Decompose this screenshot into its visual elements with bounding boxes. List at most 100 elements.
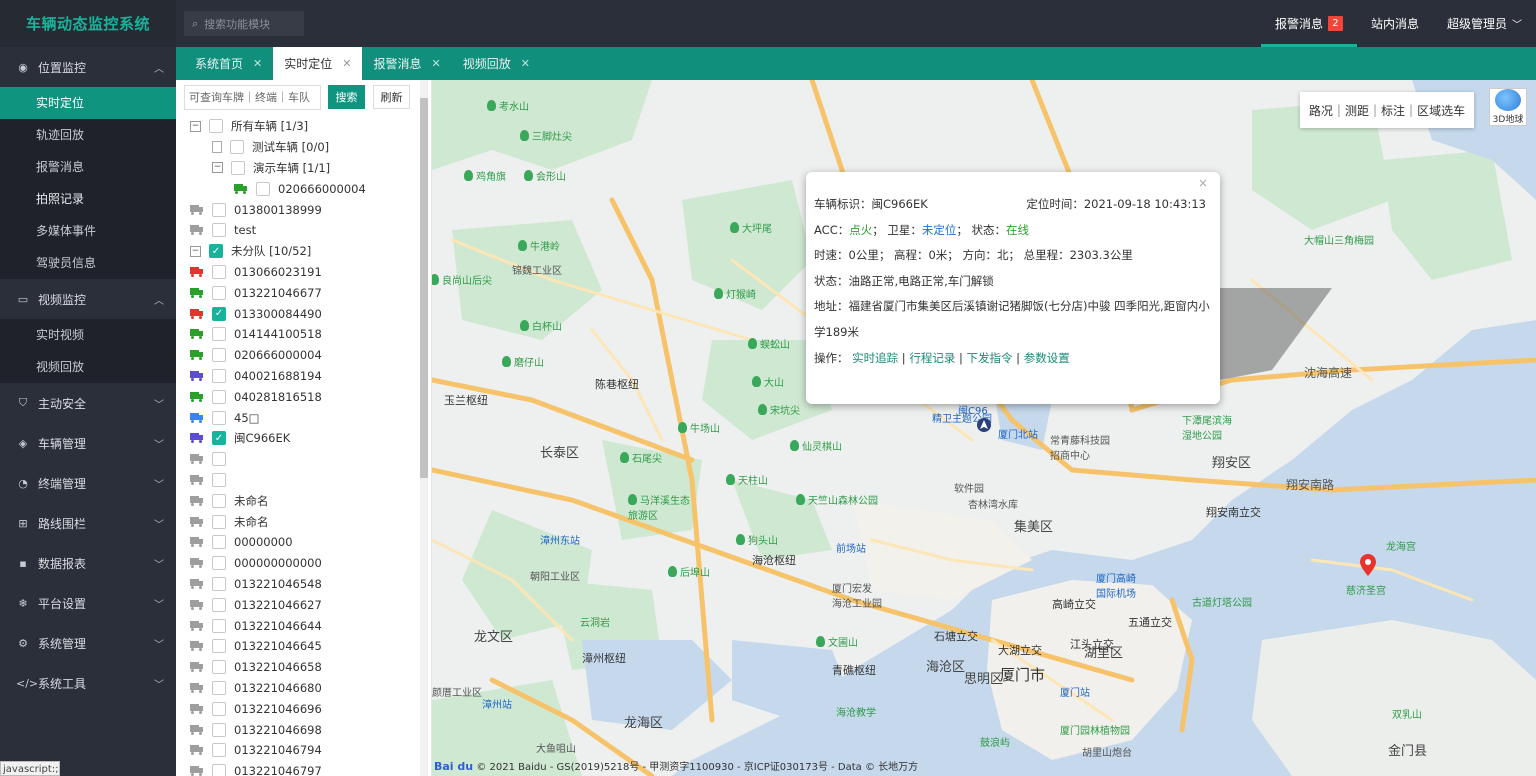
tab-realtime-location[interactable]: 实时定位✕	[273, 47, 362, 80]
tree-checkbox[interactable]: ✓	[212, 431, 226, 445]
send-command-link[interactable]: 下发指令	[967, 351, 1013, 365]
tree-node[interactable]: 013221046794	[176, 740, 420, 761]
3d-earth-button[interactable]: 3D地球	[1489, 88, 1527, 126]
tab-video-playback[interactable]: 视频回放✕	[452, 47, 541, 80]
menu-head-active-safety[interactable]: ⛉ 主动安全 ﹀	[0, 383, 176, 423]
tab-alarm-messages[interactable]: 报警消息✕	[362, 47, 451, 80]
close-icon[interactable]: ✕	[431, 57, 440, 70]
tree-node[interactable]: 45□	[176, 407, 420, 428]
map-label-vehicle-marker[interactable]: 闽C96	[958, 402, 988, 417]
tree-checkbox[interactable]	[212, 515, 226, 529]
tree-node[interactable]: 00000000	[176, 532, 420, 553]
tree-checkbox[interactable]	[212, 494, 226, 508]
tree-node[interactable]: 测试车辆 [0/0]	[176, 137, 420, 158]
tree-scrollbar-thumb[interactable]	[420, 98, 428, 478]
measure-tool[interactable]: 测距	[1345, 102, 1369, 119]
tree-checkbox[interactable]	[231, 161, 245, 175]
tree-node[interactable]: 013221046644	[176, 615, 420, 636]
close-icon[interactable]: ×	[1198, 176, 1208, 190]
alarm-messages-link[interactable]: 报警消息 2	[1261, 0, 1357, 47]
tree-checkbox[interactable]	[212, 369, 226, 383]
tree-checkbox[interactable]	[212, 535, 226, 549]
menu-head-vehicle-management[interactable]: ◈ 车辆管理 ﹀	[0, 423, 176, 463]
tree-node[interactable]: 040021688194	[176, 366, 420, 387]
tree-node[interactable]: 未命名	[176, 511, 420, 532]
tree-expander[interactable]: −	[190, 121, 201, 132]
tree-node[interactable]: 000000000000	[176, 553, 420, 574]
tree-node[interactable]	[176, 470, 420, 491]
tree-node[interactable]: −所有车辆 [1/3]	[176, 116, 420, 137]
tree-checkbox[interactable]	[212, 556, 226, 570]
tree-checkbox[interactable]	[212, 660, 226, 674]
tree-checkbox[interactable]	[212, 452, 226, 466]
tree-node[interactable]: 013221046696	[176, 698, 420, 719]
menu-head-location[interactable]: ◉ 位置监控 ︿	[0, 47, 176, 87]
tab-home[interactable]: 系统首页✕	[184, 47, 273, 80]
location-pin-icon[interactable]	[1360, 554, 1376, 576]
tree-checkbox[interactable]	[230, 140, 244, 154]
tree-node[interactable]: 013221046658	[176, 657, 420, 678]
map-view[interactable]: 考水山 三脚灶尖 鸡角旗 会形山 牛港岭 良尚山后尖 锦魏工业区 白杯山 磨仔山…	[432, 80, 1536, 776]
tree-node[interactable]: 013800138999	[176, 199, 420, 220]
tree-checkbox[interactable]	[256, 182, 270, 196]
menu-head-data-reports[interactable]: ▪ 数据报表 ﹀	[0, 543, 176, 583]
sidebar-item-realtime-location[interactable]: 实时定位	[0, 87, 176, 119]
module-search-input[interactable]: ⌕ 搜索功能模块	[184, 11, 304, 36]
tree-checkbox[interactable]	[212, 681, 226, 695]
tree-node[interactable]	[176, 449, 420, 470]
sidebar-item-photo-records[interactable]: 拍照记录	[0, 183, 176, 215]
sidebar-item-video-playback[interactable]: 视频回放	[0, 351, 176, 383]
tree-node[interactable]: 020666000004	[176, 345, 420, 366]
tree-node[interactable]: −演示车辆 [1/1]	[176, 158, 420, 179]
tree-node[interactable]: 020666000004	[176, 178, 420, 199]
param-settings-link[interactable]: 参数设置	[1024, 351, 1070, 365]
tree-checkbox[interactable]	[212, 203, 226, 217]
tree-node[interactable]: ✓闽C966EK	[176, 428, 420, 449]
menu-head-route-fence[interactable]: ⊞ 路线围栏 ﹀	[0, 503, 176, 543]
realtime-track-link[interactable]: 实时追踪	[852, 351, 898, 365]
tree-node[interactable]: 013221046797	[176, 761, 420, 776]
tree-expander[interactable]: −	[212, 162, 223, 173]
sidebar-item-media-events[interactable]: 多媒体事件	[0, 215, 176, 247]
tree-node[interactable]: 013221046698	[176, 719, 420, 740]
menu-head-terminal-management[interactable]: ◔ 终端管理 ﹀	[0, 463, 176, 503]
tree-checkbox[interactable]	[212, 473, 226, 487]
sidebar-item-live-video[interactable]: 实时视频	[0, 319, 176, 351]
menu-head-system-tools[interactable]: </> 系统工具 ﹀	[0, 663, 176, 703]
tree-checkbox[interactable]	[212, 723, 226, 737]
close-icon[interactable]: ✕	[342, 57, 351, 70]
tree-node[interactable]: 013221046645	[176, 636, 420, 657]
sidebar-item-track-playback[interactable]: 轨迹回放	[0, 119, 176, 151]
tree-node[interactable]: −✓未分队 [10/52]	[176, 241, 420, 262]
search-button[interactable]: 搜索	[328, 85, 365, 109]
tree-expander[interactable]: −	[190, 246, 201, 257]
tree-checkbox[interactable]	[212, 577, 226, 591]
tree-checkbox[interactable]	[212, 390, 226, 404]
tree-checkbox[interactable]	[212, 764, 226, 776]
tree-node[interactable]: 013221046680	[176, 678, 420, 699]
tree-checkbox[interactable]	[212, 639, 226, 653]
vehicle-marker-icon[interactable]	[976, 417, 992, 433]
tree-checkbox[interactable]	[212, 286, 226, 300]
close-icon[interactable]: ✕	[253, 57, 262, 70]
tree-checkbox[interactable]	[212, 223, 226, 237]
vehicle-search-input[interactable]: 可查询车牌｜终端｜车队	[184, 85, 321, 110]
tree-node[interactable]: 014144100518	[176, 324, 420, 345]
tree-node[interactable]: test	[176, 220, 420, 241]
refresh-button[interactable]: 刷新	[373, 85, 410, 109]
tree-node[interactable]: 未命名	[176, 490, 420, 511]
user-menu[interactable]: 超级管理员 ﹀	[1433, 0, 1536, 47]
menu-head-system-management[interactable]: ⚙ 系统管理 ﹀	[0, 623, 176, 663]
tree-node[interactable]: 013066023191	[176, 262, 420, 283]
sidebar-item-alarm-messages[interactable]: 报警消息	[0, 151, 176, 183]
tree-checkbox[interactable]	[212, 743, 226, 757]
tree-checkbox[interactable]	[212, 702, 226, 716]
area-select-tool[interactable]: 区域选车	[1417, 102, 1465, 119]
tree-checkbox[interactable]	[212, 265, 226, 279]
tree-checkbox[interactable]	[212, 348, 226, 362]
annotate-tool[interactable]: 标注	[1381, 102, 1405, 119]
sidebar-item-driver-info[interactable]: 驾驶员信息	[0, 247, 176, 279]
tree-node[interactable]: 013221046627	[176, 594, 420, 615]
tree-node[interactable]: 013221046677	[176, 282, 420, 303]
tree-checkbox[interactable]: ✓	[209, 244, 223, 258]
